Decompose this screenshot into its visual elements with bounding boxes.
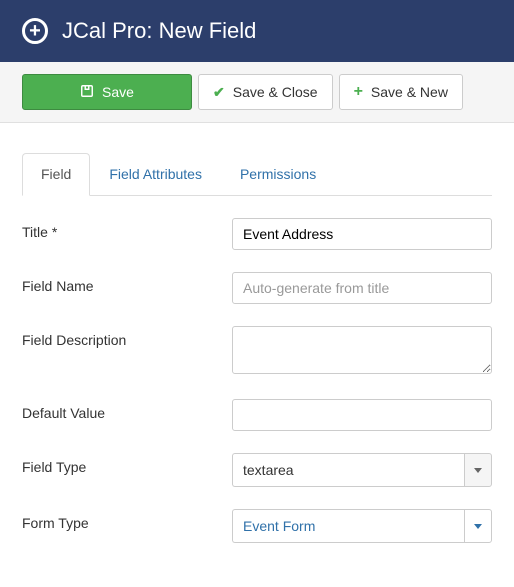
page-title: JCal Pro: New Field xyxy=(62,18,256,44)
dropdown-caret xyxy=(464,509,492,543)
label-field-description: Field Description xyxy=(22,326,232,348)
chevron-down-icon xyxy=(474,468,482,473)
form: Title * Field Name Field Description Def… xyxy=(0,196,514,587)
tabs: Field Field Attributes Permissions xyxy=(22,153,492,196)
save-button[interactable]: Save xyxy=(22,74,192,110)
check-icon: ✔ xyxy=(213,84,225,101)
label-field-type: Field Type xyxy=(22,453,232,475)
row-title: Title * xyxy=(22,218,492,250)
page-header: + JCal Pro: New Field xyxy=(0,0,514,62)
field-description-textarea[interactable] xyxy=(232,326,492,374)
dropdown-caret xyxy=(464,453,492,487)
tab-field[interactable]: Field xyxy=(22,153,90,196)
field-name-input[interactable] xyxy=(232,272,492,304)
row-default-value: Default Value xyxy=(22,399,492,431)
label-field-name: Field Name xyxy=(22,272,232,294)
form-type-select[interactable]: Event Form xyxy=(232,509,492,543)
row-field-name: Field Name xyxy=(22,272,492,304)
form-type-value: Event Form xyxy=(232,509,464,543)
plus-icon: + xyxy=(354,83,363,101)
field-type-value: textarea xyxy=(232,453,464,487)
default-value-input[interactable] xyxy=(232,399,492,431)
label-title: Title * xyxy=(22,218,232,240)
row-field-description: Field Description xyxy=(22,326,492,377)
label-form-type: Form Type xyxy=(22,509,232,531)
save-new-button-label: Save & New xyxy=(371,84,448,100)
toolbar: Save ✔ Save & Close + Save & New xyxy=(0,62,514,123)
chevron-down-icon xyxy=(474,524,482,529)
save-close-button[interactable]: ✔ Save & Close xyxy=(198,74,333,110)
save-close-button-label: Save & Close xyxy=(233,84,318,100)
row-field-type: Field Type textarea xyxy=(22,453,492,487)
label-default-value: Default Value xyxy=(22,399,232,421)
tab-field-attributes[interactable]: Field Attributes xyxy=(90,153,221,195)
tab-permissions[interactable]: Permissions xyxy=(221,153,335,195)
save-button-label: Save xyxy=(102,84,134,100)
plus-circle-icon: + xyxy=(22,18,48,44)
row-form-type: Form Type Event Form xyxy=(22,509,492,543)
field-type-select[interactable]: textarea xyxy=(232,453,492,487)
apply-icon xyxy=(80,84,94,101)
save-new-button[interactable]: + Save & New xyxy=(339,74,463,110)
title-input[interactable] xyxy=(232,218,492,250)
